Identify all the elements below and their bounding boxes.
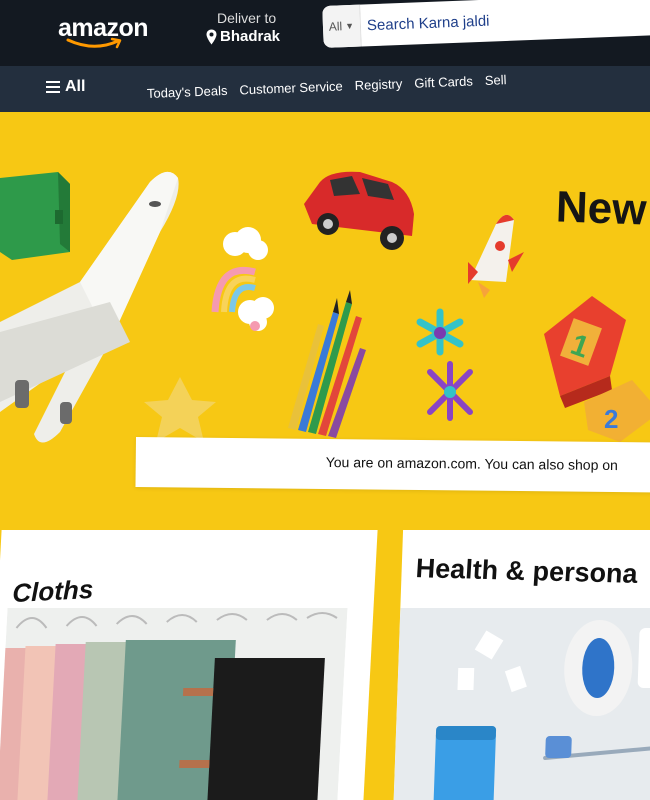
card-title-cloths: Cloths (12, 573, 94, 609)
deliver-label: Deliver to (217, 10, 277, 26)
svg-text:2: 2 (604, 404, 618, 434)
toy-star-image (144, 377, 216, 442)
card-cloths[interactable]: Cloths (0, 530, 378, 800)
location-pin-icon (206, 29, 217, 44)
search-department-select[interactable]: All ▼ (322, 4, 362, 48)
search-department-label: All (328, 19, 343, 34)
deliver-to[interactable]: Deliver to Bhadrak (206, 10, 280, 45)
amazon-logo[interactable]: amazon (58, 16, 149, 49)
hamburger-menu-icon (46, 78, 60, 96)
rainbow-toy-image (211, 227, 274, 331)
toy-car-image (304, 171, 414, 250)
nav-link-gift-cards[interactable]: Gift Cards (414, 73, 473, 90)
card-title-health: Health & persona (414, 553, 639, 589)
deliver-location: Bhadrak (220, 28, 281, 45)
search-input[interactable] (360, 6, 642, 35)
region-notice-text: You are on amazon.com. You can also shop… (325, 453, 618, 474)
toy-rocket-image (468, 214, 524, 298)
all-menu-button[interactable]: All (46, 78, 85, 96)
colored-pencils-image (288, 290, 366, 438)
health-card-image (392, 608, 650, 800)
nav-link-todays-deals[interactable]: Today's Deals (147, 83, 228, 101)
nav-link-registry[interactable]: Registry (354, 76, 402, 93)
all-menu-label: All (65, 78, 86, 95)
green-block-image (0, 172, 70, 260)
building-toy-image (416, 308, 473, 421)
chevron-down-icon: ▼ (344, 20, 355, 32)
region-notice: You are on amazon.com. You can also shop… (135, 437, 650, 493)
card-health-personal-care[interactable]: Health & persona (392, 530, 650, 800)
number-blocks-image: 1 2 (544, 296, 650, 442)
logo-smile-icon (66, 37, 122, 49)
nav-link-sell[interactable]: Sell (485, 72, 507, 88)
cloths-card-image (0, 608, 348, 800)
hero-title: New (555, 182, 648, 235)
